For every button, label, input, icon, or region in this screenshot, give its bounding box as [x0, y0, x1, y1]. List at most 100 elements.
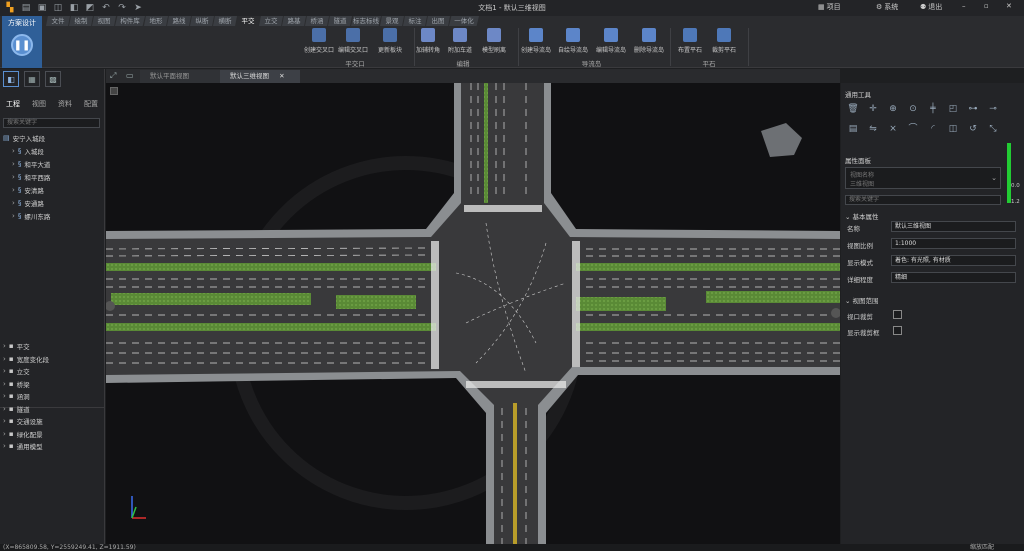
left-subtab-0[interactable]: 工程	[6, 99, 20, 109]
ribbon-button-1-2[interactable]: 模型刷离	[482, 28, 506, 54]
range-section-header[interactable]: ⌄ 视图范围	[845, 295, 879, 305]
minimize-button[interactable]: –	[962, 2, 966, 10]
align-icon[interactable]: ◰	[947, 103, 959, 115]
ribbon-tab-0[interactable]: 文件	[46, 16, 70, 26]
system-menu[interactable]: ⚙ 系统	[876, 2, 898, 12]
checkbox-0[interactable]	[893, 310, 902, 319]
ribbon-tab-8[interactable]: 平交	[236, 16, 260, 26]
view-name-box[interactable]: 视图名称 三维视图 ⌄	[845, 167, 1001, 189]
view-tab-0[interactable]: 默认平面视图	[140, 70, 220, 83]
tree-item-5[interactable]: › § 螺川东路	[12, 211, 50, 221]
component-item-0[interactable]: › ▪ 平交	[3, 341, 30, 351]
restore-button[interactable]: ▫	[984, 2, 989, 10]
ribbon-button-2-3[interactable]: 删除导流岛	[634, 28, 664, 54]
view-tab-1[interactable]: 默认三维视图 ✕	[220, 70, 300, 83]
ribbon-tab-16[interactable]: 出图	[426, 16, 450, 26]
component-item-7[interactable]: › ▪ 绿化配景	[3, 429, 43, 439]
view-cube-icon[interactable]	[110, 87, 118, 95]
ribbon-tab-10[interactable]: 路基	[282, 16, 306, 26]
side-slider[interactable]	[1007, 143, 1011, 203]
arc-icon[interactable]: ◜	[927, 123, 939, 135]
ribbon-tab-4[interactable]: 地形	[144, 16, 168, 26]
fillet-icon[interactable]: ⌒	[907, 123, 919, 135]
basic-section-header[interactable]: ⌄ 基本属性	[845, 211, 879, 221]
ribbon-tab-1[interactable]: 绘制	[69, 16, 93, 26]
prop-value-1[interactable]: 1:1000	[891, 238, 1016, 249]
ribbon-button-2-2[interactable]: 编辑导流岛	[596, 28, 626, 54]
prop-value-3[interactable]: 精细	[891, 272, 1016, 283]
scheme-design-button[interactable]: 方案设计 ❚❚	[2, 16, 42, 68]
scale-icon[interactable]: ⤡	[987, 123, 999, 135]
undo-icon[interactable]: ↶	[100, 2, 112, 14]
array-icon[interactable]: ▤	[847, 123, 859, 135]
panel-layout-icon[interactable]: ◧	[3, 71, 19, 87]
ribbon-tab-6[interactable]: 纵断	[190, 16, 214, 26]
ribbon-button-0-1[interactable]: 编辑交叉口	[338, 28, 368, 54]
offset-icon[interactable]: ⊶	[967, 103, 979, 115]
tree-item-2[interactable]: › § 和平西路	[12, 172, 50, 182]
project-menu[interactable]: ▦ 项目	[818, 2, 841, 12]
component-item-1[interactable]: › ▪ 宽度变化段	[3, 354, 49, 364]
open-file-icon[interactable]: ▣	[36, 2, 48, 14]
tree-root[interactable]: ▤ 安宁入城段	[3, 133, 45, 143]
undo-icon[interactable]: ↺	[967, 123, 979, 135]
prop-value-2[interactable]: 着色: 有光照, 有材质	[891, 255, 1016, 266]
mirror-icon[interactable]: ╪	[927, 103, 939, 115]
arrow-icon[interactable]: ➤	[132, 2, 144, 14]
tree-item-1[interactable]: › § 和平大道	[12, 159, 50, 169]
panel-grid-icon[interactable]: ▦	[24, 71, 40, 87]
extend-icon[interactable]: ⊸	[987, 103, 999, 115]
component-item-8[interactable]: › ▪ 通用模型	[3, 441, 43, 451]
ribbon-tab-9[interactable]: 立交	[259, 16, 283, 26]
ribbon-tab-13[interactable]: 标志标线	[351, 16, 381, 26]
component-item-5[interactable]: › ▪ 隧道	[3, 404, 30, 414]
component-item-2[interactable]: › ▪ 立交	[3, 366, 30, 376]
panel-tiles-icon[interactable]: ▩	[45, 71, 61, 87]
save-icon[interactable]: ◫	[52, 2, 64, 14]
ribbon-tab-5[interactable]: 路线	[167, 16, 191, 26]
ribbon-button-2-1[interactable]: 自绘导流岛	[558, 28, 588, 54]
props-search-input[interactable]: 搜索关键字	[845, 195, 1001, 205]
expand-icon[interactable]: ⤢	[110, 71, 116, 81]
ribbon-tab-11[interactable]: 桥涵	[305, 16, 329, 26]
ribbon-tab-17[interactable]: 一体化	[449, 16, 479, 26]
ribbon-button-1-0[interactable]: 加辅转角	[416, 28, 440, 54]
settings-icon[interactable]: ◩	[84, 2, 96, 14]
logout-button[interactable]: ⚉ 退出	[920, 2, 942, 12]
zoom-fit-button[interactable]: 缩放匹配	[970, 544, 994, 551]
left-subtab-1[interactable]: 视图	[32, 99, 46, 109]
tree-item-4[interactable]: › § 安通路	[12, 198, 44, 208]
new-file-icon[interactable]: ▤	[20, 2, 32, 14]
component-item-3[interactable]: › ▪ 桥梁	[3, 379, 30, 389]
checkbox-1[interactable]	[893, 326, 902, 335]
left-search-input[interactable]: 搜索关键字	[3, 118, 100, 128]
component-item-6[interactable]: › ▪ 交通设施	[3, 416, 43, 426]
3d-viewport[interactable]	[106, 83, 840, 544]
block-icon[interactable]: ◫	[947, 123, 959, 135]
save-as-icon[interactable]: ◧	[68, 2, 80, 14]
close-tab-icon[interactable]: ✕	[277, 72, 284, 80]
ribbon-button-2-0[interactable]: 创建导流岛	[521, 28, 551, 54]
ribbon-button-3-0[interactable]: 布置平石	[678, 28, 702, 54]
ribbon-button-1-1[interactable]: 附加车道	[448, 28, 472, 54]
stretch-icon[interactable]: ⇋	[867, 123, 879, 135]
rotate-icon[interactable]: ⊙	[907, 103, 919, 115]
close-window-button[interactable]: ✕	[1006, 2, 1012, 10]
redo-icon[interactable]: ↷	[116, 2, 128, 14]
copy-icon[interactable]: ⊕	[887, 103, 899, 115]
ribbon-button-3-1[interactable]: 裁剪平石	[712, 28, 736, 54]
left-subtab-2[interactable]: 资料	[58, 99, 72, 109]
left-subtab-3[interactable]: 配置	[84, 99, 98, 109]
tree-item-3[interactable]: › § 安清路	[12, 185, 44, 195]
ribbon-tab-3[interactable]: 构件库	[115, 16, 145, 26]
window-icon[interactable]: ▭	[126, 71, 134, 80]
ribbon-tab-12[interactable]: 隧道	[328, 16, 352, 26]
ribbon-tab-15[interactable]: 标注	[403, 16, 427, 26]
delete-icon[interactable]: 🗑	[847, 103, 859, 115]
ribbon-tab-7[interactable]: 横断	[213, 16, 237, 26]
tree-item-0[interactable]: › § 入城段	[12, 146, 44, 156]
move-icon[interactable]: ✛	[867, 103, 879, 115]
ribbon-tab-2[interactable]: 视图	[92, 16, 116, 26]
trim-icon[interactable]: ⨯	[887, 123, 899, 135]
component-item-4[interactable]: › ▪ 涵洞	[3, 391, 30, 401]
